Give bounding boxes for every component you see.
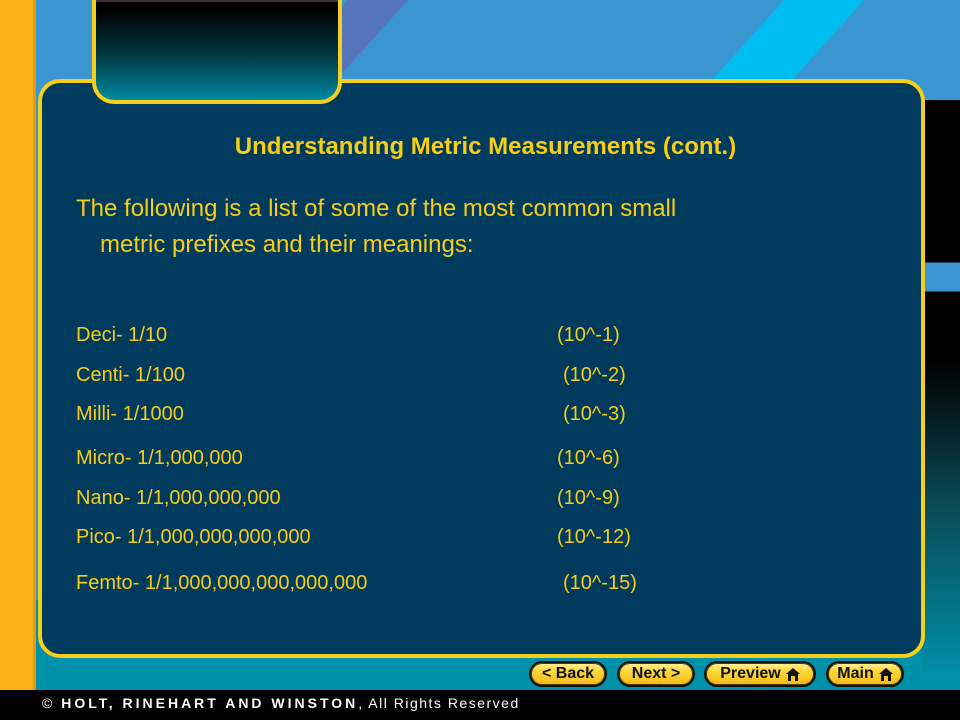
prefix-power: (10^-3) bbox=[563, 403, 626, 425]
intro-text: The following is a list of some of the m… bbox=[76, 191, 896, 263]
prefix-name: Nano- 1/1,000,000,000 bbox=[76, 487, 281, 509]
back-button-label: < Back bbox=[541, 665, 595, 682]
prefix-row-micro: Micro- 1/1,000,000 (10^-6) bbox=[76, 447, 620, 470]
footer: © HOLT, RINEHART AND WINSTON, All Rights… bbox=[0, 690, 960, 720]
intro-line-2: metric prefixes and their meanings: bbox=[100, 231, 474, 258]
right-edge-decoration bbox=[922, 100, 960, 680]
copyright-symbol: © bbox=[42, 695, 55, 711]
prefix-power: (10^-9) bbox=[557, 487, 620, 509]
prefix-row-femto: Femto- 1/1,000,000,000,000,000 (10^-15) bbox=[76, 572, 637, 595]
prefix-name: Pico- 1/1,000,000,000,000 bbox=[76, 526, 311, 548]
prefix-row-deci: Deci- 1/10 (10^-1) bbox=[76, 324, 620, 347]
header-tab-decoration bbox=[92, 0, 342, 104]
intro-line-1: The following is a list of some of the m… bbox=[76, 195, 677, 222]
prefix-row-pico: Pico- 1/1,000,000,000,000 (10^-12) bbox=[76, 526, 631, 549]
home-icon bbox=[878, 667, 893, 681]
prefix-power: (10^-2) bbox=[563, 364, 626, 386]
content-panel: Understanding Metric Measurements (cont.… bbox=[38, 79, 925, 658]
publisher-name: HOLT, RINEHART AND WINSTON bbox=[61, 695, 359, 711]
prefix-name: Deci- 1/10 bbox=[76, 324, 168, 346]
main-button[interactable]: Main bbox=[826, 661, 904, 687]
next-button-label: Next > bbox=[631, 665, 681, 682]
home-icon bbox=[785, 667, 800, 681]
prefix-power: (10^-15) bbox=[563, 572, 637, 594]
prefix-row-milli: Milli- 1/1000 (10^-3) bbox=[76, 403, 626, 426]
next-button[interactable]: Next > bbox=[617, 661, 695, 687]
rights-text: , All Rights Reserved bbox=[358, 695, 520, 711]
copyright-notice: © HOLT, RINEHART AND WINSTON, All Rights… bbox=[42, 695, 520, 711]
preview-button[interactable]: Preview bbox=[704, 661, 816, 687]
prefix-power: (10^-12) bbox=[557, 526, 631, 548]
prefix-row-nano: Nano- 1/1,000,000,000 (10^-9) bbox=[76, 487, 620, 510]
back-button[interactable]: < Back bbox=[529, 661, 607, 687]
preview-button-label: Preview bbox=[720, 665, 781, 682]
prefix-row-centi: Centi- 1/100 (10^-2) bbox=[76, 364, 626, 387]
left-sidebar-bar bbox=[0, 0, 36, 690]
prefix-power: (10^-1) bbox=[557, 324, 620, 346]
prefix-name: Micro- 1/1,000,000 bbox=[76, 447, 243, 469]
prefix-name: Femto- 1/1,000,000,000,000,000 bbox=[76, 572, 368, 594]
slide-title: Understanding Metric Measurements (cont.… bbox=[234, 133, 737, 160]
prefix-name: Milli- 1/1000 bbox=[76, 403, 184, 425]
main-button-label: Main bbox=[837, 665, 874, 682]
prefix-power: (10^-6) bbox=[557, 447, 620, 469]
prefix-name: Centi- 1/100 bbox=[76, 364, 185, 386]
